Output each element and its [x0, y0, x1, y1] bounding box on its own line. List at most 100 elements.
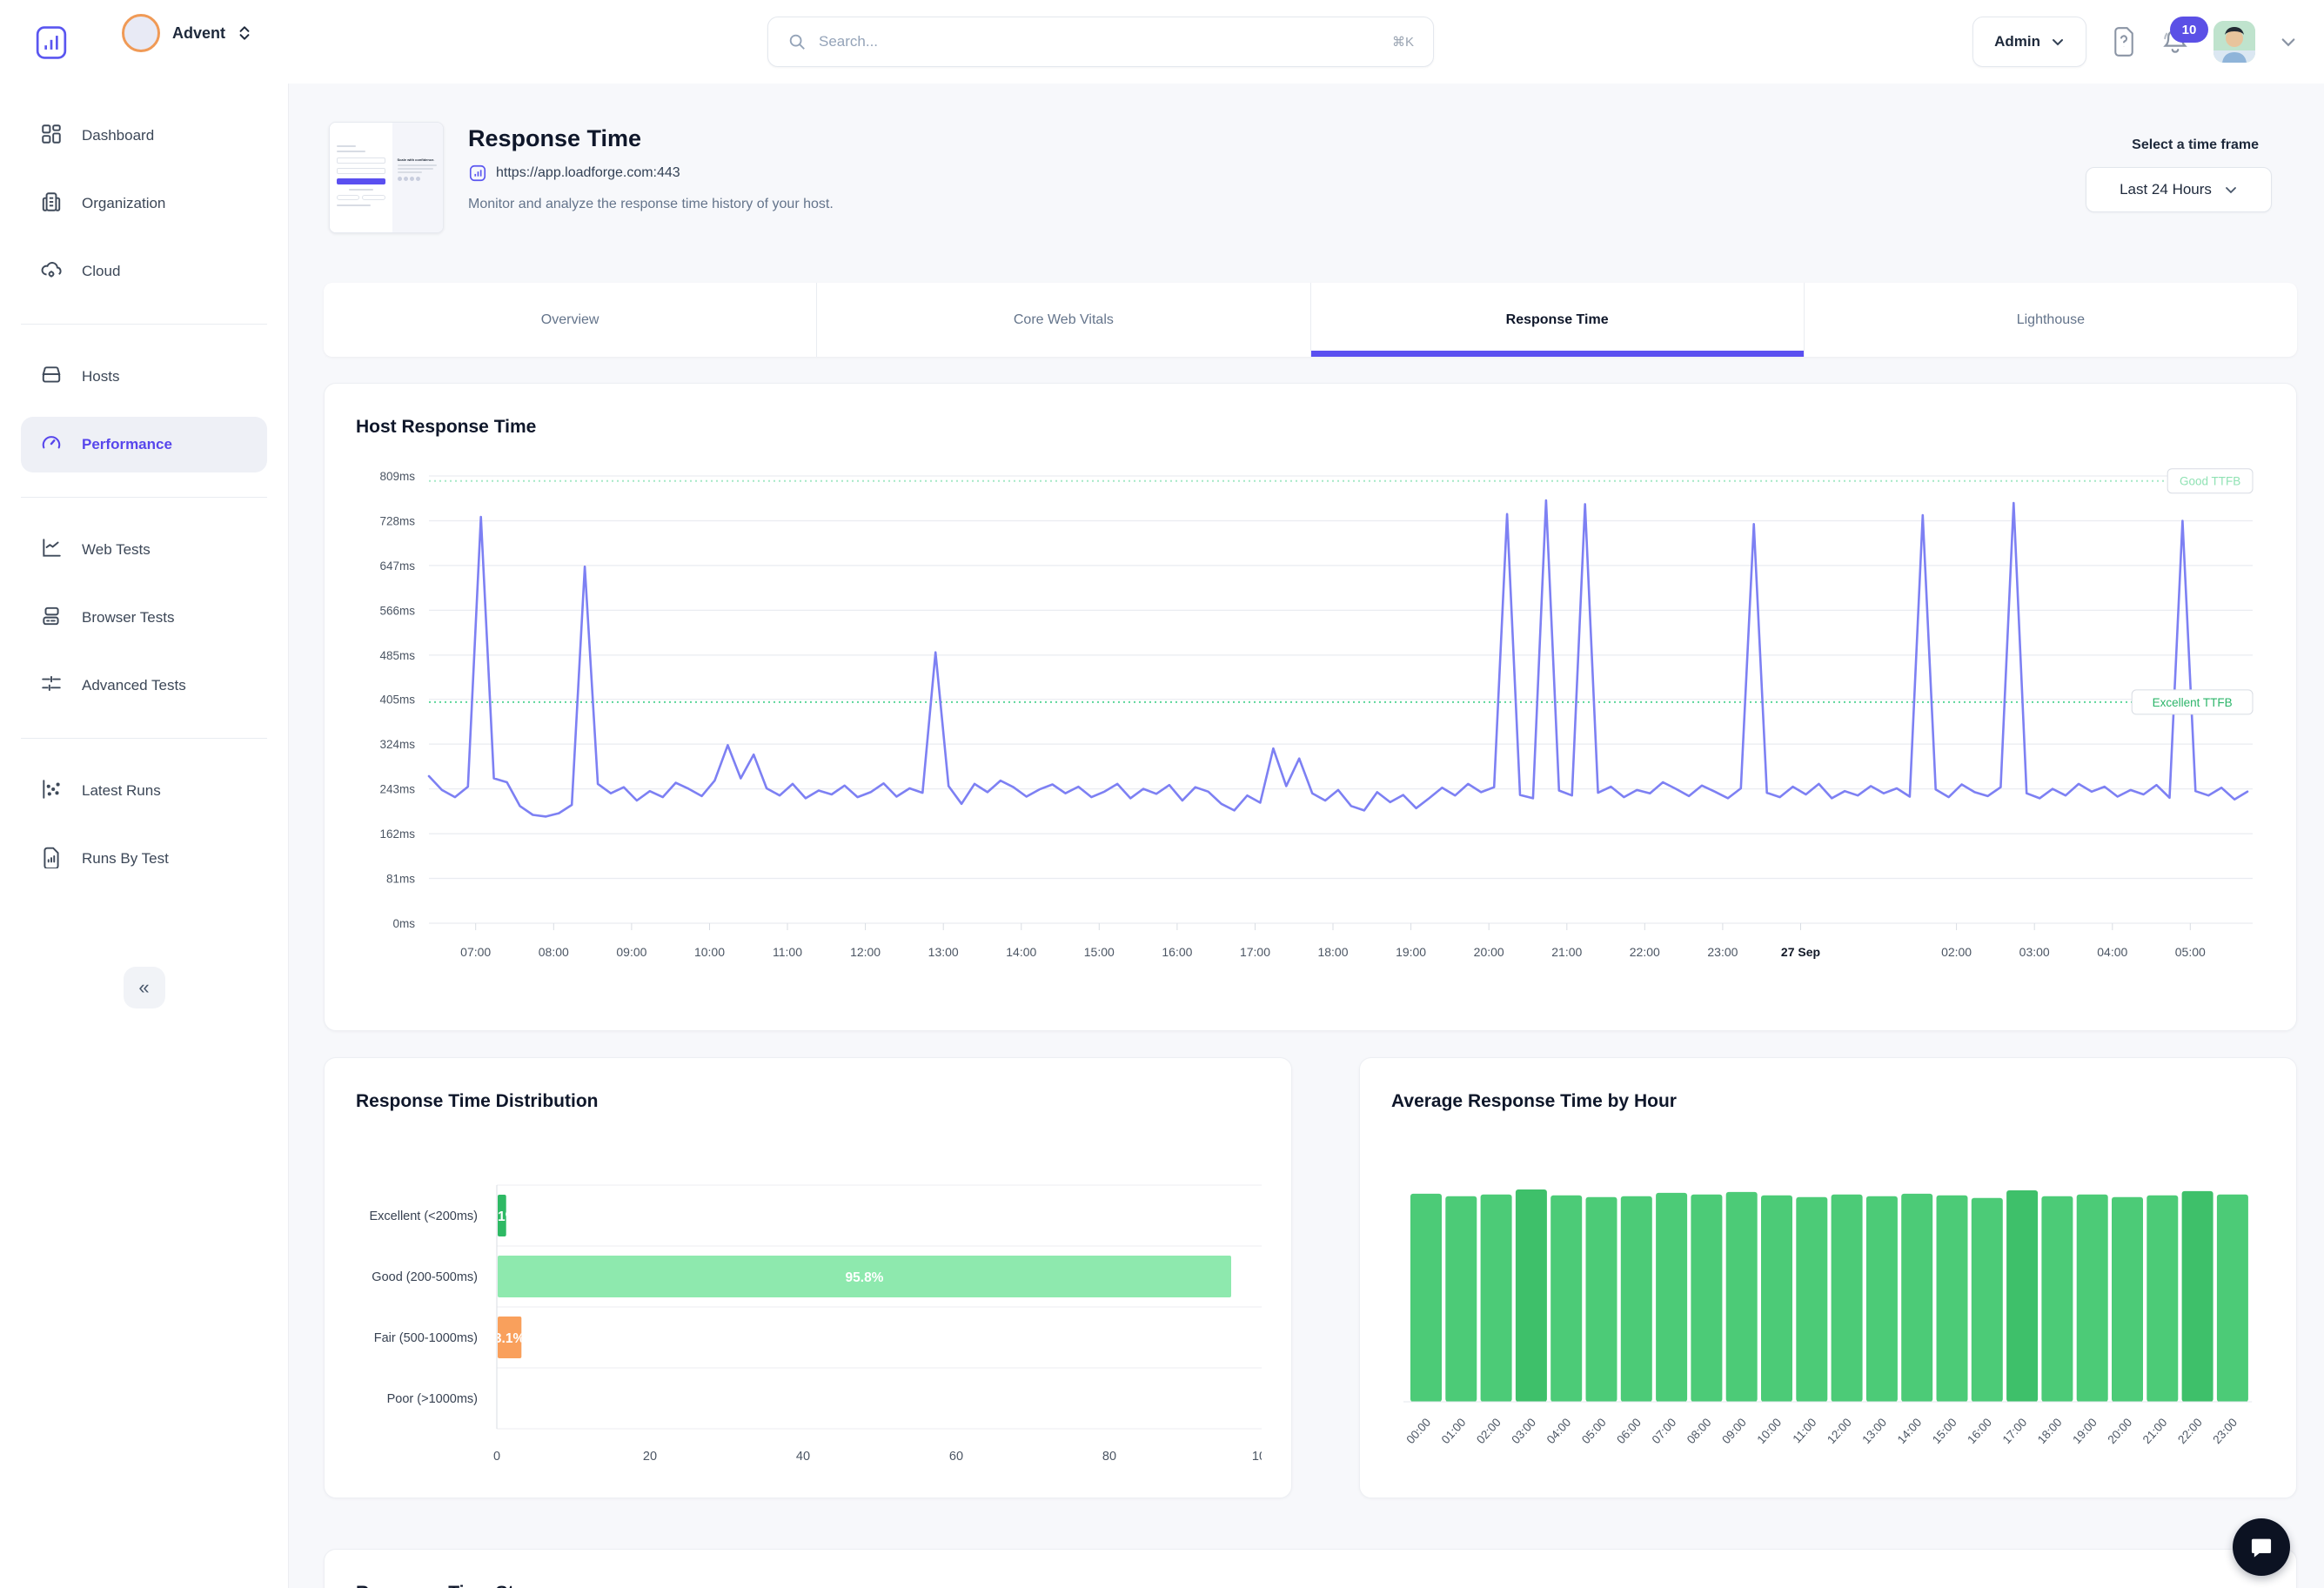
host-response-time-chart: 809ms728ms647ms566ms485ms405ms324ms243ms… [356, 462, 2267, 1002]
svg-text:1.1%: 1.1% [486, 1209, 518, 1224]
host-url: https://app.loadforge.com:443 [496, 165, 680, 181]
tab-core-web-vitals[interactable]: Core Web Vitals [817, 283, 1310, 357]
sidebar-item-label: Performance [82, 436, 172, 453]
svg-text:405ms: 405ms [379, 693, 415, 707]
dashboard-icon [40, 123, 63, 150]
svg-text:22:00: 22:00 [1630, 945, 1660, 959]
host-chart-icon [468, 164, 487, 183]
sidebar-divider [21, 497, 267, 498]
svg-text:20: 20 [643, 1450, 657, 1464]
svg-text:12:00: 12:00 [1825, 1416, 1854, 1446]
help-docs-icon[interactable] [2111, 27, 2137, 57]
timeframe-label: Select a time frame [2132, 137, 2259, 153]
svg-text:10:00: 10:00 [694, 945, 725, 959]
svg-text:17:00: 17:00 [1240, 945, 1270, 959]
gauge-icon [40, 432, 63, 459]
sidebar-item-advanced-tests[interactable]: Advanced Tests [21, 658, 267, 714]
sidebar-item-web-tests[interactable]: Web Tests [21, 522, 267, 578]
svg-text:18:00: 18:00 [1317, 945, 1348, 959]
sidebar-item-hosts[interactable]: Hosts [21, 349, 267, 405]
svg-text:647ms: 647ms [379, 559, 415, 573]
host-response-time-title: Host Response Time [356, 417, 536, 438]
sidebar-item-browser-tests[interactable]: Browser Tests [21, 590, 267, 646]
svg-text:0: 0 [493, 1450, 500, 1464]
sidebar-item-dashboard[interactable]: Dashboard [21, 108, 267, 164]
tab-overview[interactable]: Overview [324, 283, 817, 357]
average-response-time-chart: 00:0001:0002:0003:0004:0005:0006:0007:00… [1379, 1169, 2279, 1476]
svg-text:22:00: 22:00 [2175, 1416, 2205, 1446]
tab-response-time[interactable]: Response Time [1311, 283, 1805, 357]
svg-text:3.1%: 3.1% [494, 1331, 526, 1346]
notifications-button[interactable]: 10 [2161, 27, 2189, 57]
svg-text:100: 100 [1252, 1450, 1262, 1464]
user-menu-chevron-icon[interactable] [2280, 33, 2297, 50]
timeframe-select[interactable]: Last 24 Hours [2086, 167, 2272, 212]
workspace-avatar [122, 14, 160, 52]
svg-text:07:00: 07:00 [1650, 1416, 1679, 1446]
admin-menu-button[interactable]: Admin [1972, 17, 2086, 67]
svg-text:06:00: 06:00 [1614, 1416, 1644, 1446]
svg-text:01:00: 01:00 [1439, 1416, 1469, 1446]
line-chart-icon [40, 537, 63, 564]
svg-text:11:00: 11:00 [1790, 1416, 1818, 1445]
svg-text:0ms: 0ms [392, 917, 415, 930]
sidebar-collapse-button[interactable]: « [124, 967, 165, 1008]
file-chart-icon [40, 846, 63, 873]
host-thumbnail[interactable]: Scale with confidence. [329, 122, 444, 233]
response-time-storage-title: Response Time Storage [356, 1583, 564, 1588]
sidebar-item-label: Organization [82, 195, 165, 212]
svg-text:728ms: 728ms [379, 515, 415, 528]
svg-text:21:00: 21:00 [1551, 945, 1582, 959]
sidebar-divider [21, 738, 267, 739]
svg-text:Good TTFB: Good TTFB [2180, 475, 2240, 488]
sidebar-item-label: Web Tests [82, 541, 151, 559]
response-time-distribution-chart: Excellent (<200ms)1.1%Good (200-500ms)95… [356, 1163, 1262, 1476]
svg-text:09:00: 09:00 [616, 945, 646, 959]
svg-text:80: 80 [1102, 1450, 1116, 1464]
svg-text:05:00: 05:00 [2175, 945, 2206, 959]
sidebar-item-runs-by-test[interactable]: Runs By Test [21, 831, 267, 887]
sidebar-item-label: Hosts [82, 368, 119, 385]
svg-text:00:00: 00:00 [1403, 1416, 1433, 1446]
svg-text:40: 40 [796, 1450, 810, 1464]
svg-text:95.8%: 95.8% [846, 1270, 884, 1285]
svg-text:14:00: 14:00 [1006, 945, 1036, 959]
thumbnail-login-panel [330, 123, 392, 232]
app-logo-icon[interactable] [35, 24, 68, 65]
sidebar-divider [21, 324, 267, 325]
sidebar-item-label: Advanced Tests [82, 677, 186, 694]
thumbnail-marketing-panel: Scale with confidence. [392, 123, 444, 232]
sidebar-item-performance[interactable]: Performance [21, 417, 267, 472]
svg-text:15:00: 15:00 [1084, 945, 1115, 959]
svg-text:10:00: 10:00 [1754, 1416, 1784, 1446]
search-input[interactable]: Search... ⌘K [767, 17, 1434, 67]
sidebar-item-cloud[interactable]: Cloud [21, 244, 267, 299]
svg-text:07:00: 07:00 [460, 945, 491, 959]
user-avatar[interactable] [2213, 21, 2255, 63]
svg-text:15:00: 15:00 [1930, 1416, 1959, 1446]
tab-lighthouse[interactable]: Lighthouse [1805, 283, 2297, 357]
svg-text:04:00: 04:00 [2097, 945, 2127, 959]
svg-text:566ms: 566ms [379, 604, 415, 617]
search-placeholder: Search... [819, 33, 1380, 50]
page-description: Monitor and analyze the response time hi… [468, 197, 834, 212]
svg-text:03:00: 03:00 [1509, 1416, 1538, 1446]
sidebar-item-latest-runs[interactable]: Latest Runs [21, 763, 267, 819]
sidebar: Dashboard Organization Cloud Hosts Perfo… [0, 84, 289, 1588]
svg-text:324ms: 324ms [379, 738, 415, 751]
sidebar-item-organization[interactable]: Organization [21, 176, 267, 231]
svg-text:16:00: 16:00 [1162, 945, 1192, 959]
svg-text:27 Sep: 27 Sep [1781, 945, 1820, 959]
sidebar-item-label: Latest Runs [82, 782, 161, 800]
svg-text:81ms: 81ms [386, 873, 415, 886]
svg-text:19:00: 19:00 [2070, 1416, 2100, 1446]
svg-text:08:00: 08:00 [539, 945, 569, 959]
workspace-switcher[interactable]: Advent [122, 14, 251, 52]
svg-text:02:00: 02:00 [1941, 945, 1972, 959]
svg-text:02:00: 02:00 [1474, 1416, 1504, 1446]
workspace-name: Advent [172, 24, 225, 43]
svg-text:23:00: 23:00 [1707, 945, 1738, 959]
server-icon [40, 364, 63, 391]
svg-text:21:00: 21:00 [2140, 1416, 2170, 1446]
chat-widget-button[interactable] [2233, 1518, 2290, 1576]
